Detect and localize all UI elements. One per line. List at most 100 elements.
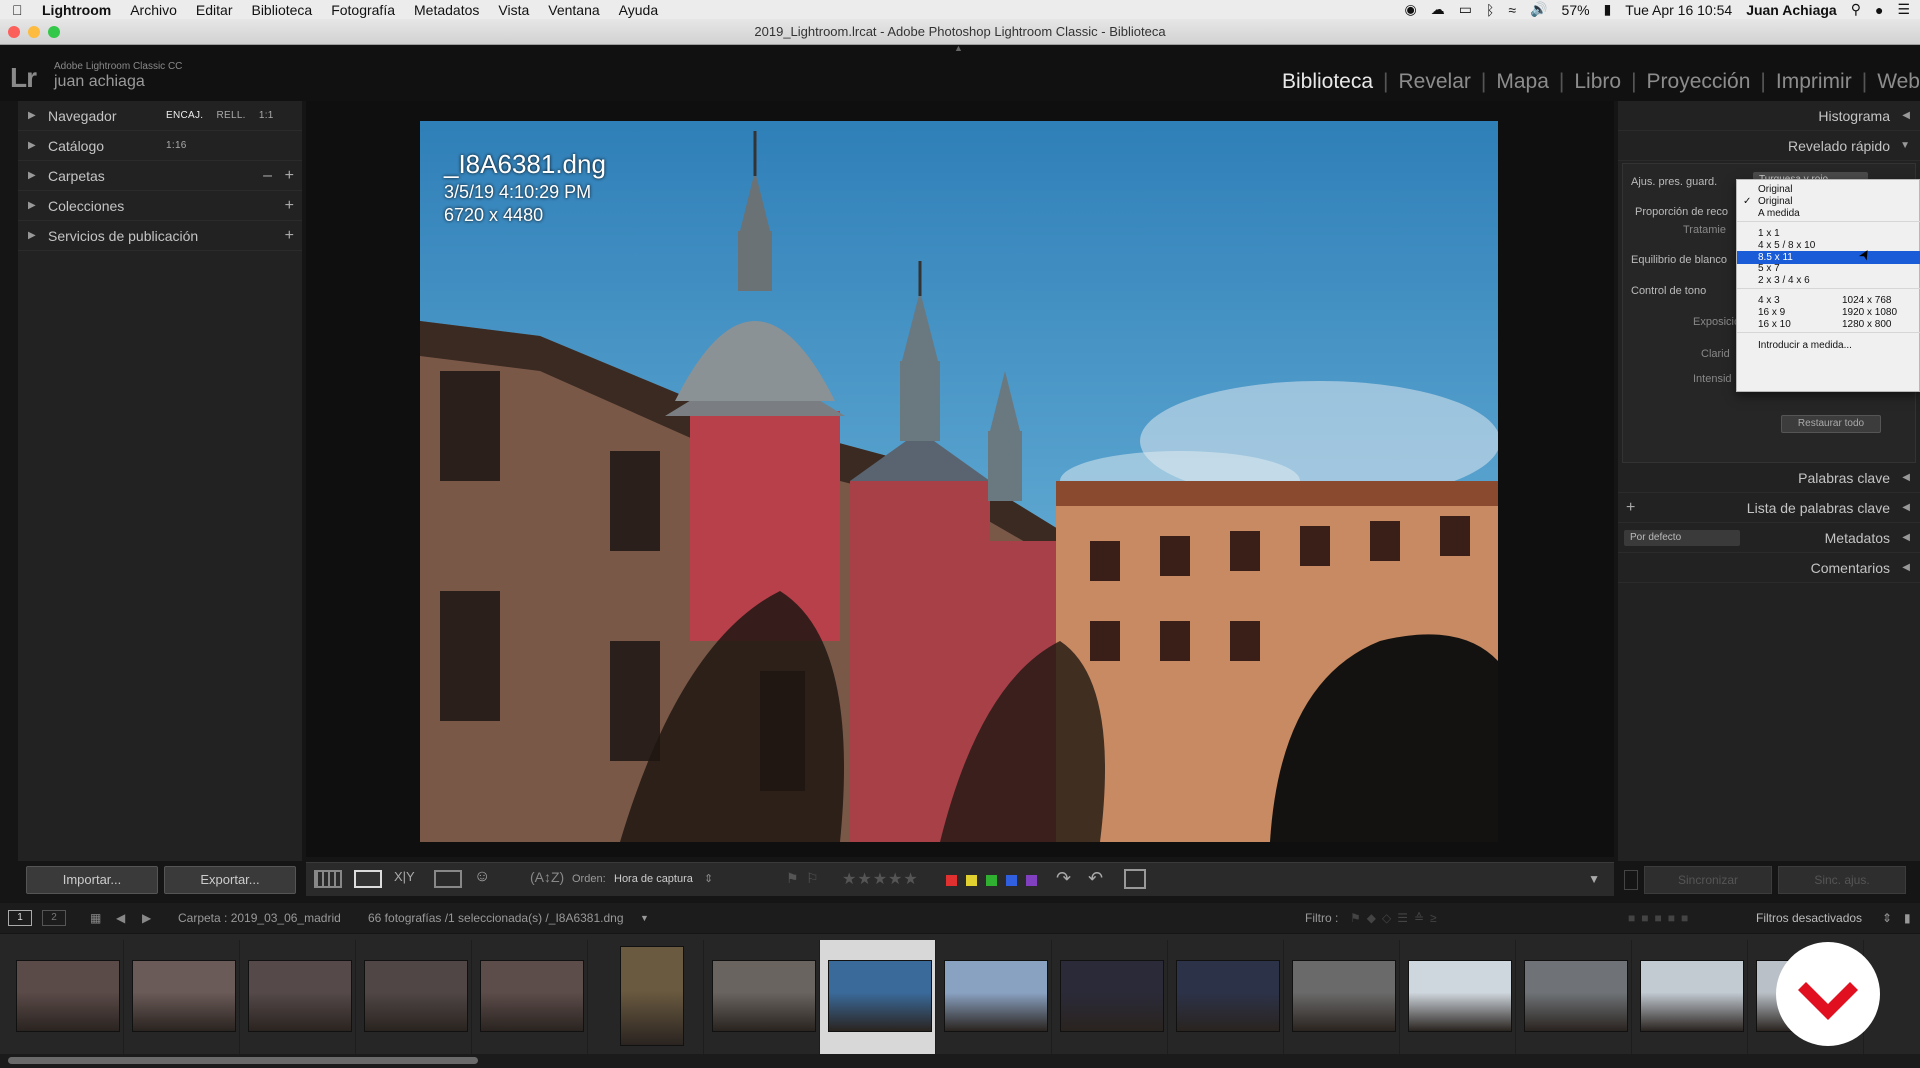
zoom-fit[interactable]: ENCAJ.: [166, 110, 203, 121]
filmstrip-thumbnail[interactable]: [1168, 940, 1284, 1056]
volume-icon[interactable]: 🔊: [1530, 1, 1547, 18]
top-panel-toggle-icon[interactable]: ▲: [954, 43, 963, 53]
add-folder-icon[interactable]: +: [285, 161, 294, 191]
module-mapa[interactable]: Mapa: [1496, 70, 1549, 94]
import-button[interactable]: Importar...: [26, 866, 158, 894]
filmstrip-thumbnail[interactable]: [704, 940, 820, 1056]
keyword-list-panel-header[interactable]: + Lista de palabras clave ◀: [1618, 493, 1920, 523]
filmstrip-thumbnail[interactable]: [936, 940, 1052, 1056]
export-button[interactable]: Exportar...: [164, 866, 296, 894]
crop-ratio-option[interactable]: 16 x 10 1280 x 800: [1737, 318, 1920, 331]
loupe-view-icon[interactable]: [354, 870, 382, 888]
filmstrip-thumbnail[interactable]: [1400, 940, 1516, 1056]
star-rating[interactable]: ★★★★★: [842, 869, 919, 889]
folders-panel-header[interactable]: ▶ Carpetas – +: [18, 161, 302, 191]
metadata-panel-header[interactable]: Por defecto Metadatos ◀: [1618, 523, 1920, 553]
menu-biblioteca[interactable]: Biblioteca: [251, 2, 312, 18]
filmstrip-thumbnail[interactable]: [124, 940, 240, 1056]
color-label-swatch[interactable]: [986, 875, 997, 886]
flag-pick-icon[interactable]: ⚑: [786, 870, 799, 887]
color-label-swatch[interactable]: [1006, 875, 1017, 886]
crop-ratio-option[interactable]: 2 x 3 / 4 x 6: [1737, 274, 1920, 287]
filmstrip-thumbnail[interactable]: [472, 940, 588, 1056]
back-arrow-icon[interactable]: ◀: [116, 903, 125, 933]
navigator-panel-header[interactable]: ▶ Navegador ENCAJ. RELL. 1:1 1:16: [18, 101, 302, 151]
catalog-panel-header[interactable]: ▶ Catálogo: [18, 131, 302, 161]
crop-ratio-option[interactable]: Introducir a medida...: [1737, 339, 1920, 352]
loupe-view[interactable]: _I8A6381.dng 3/5/19 4:10:29 PM 6720 x 44…: [306, 101, 1614, 857]
color-label-swatch[interactable]: [946, 875, 957, 886]
close-window-button[interactable]: [8, 26, 20, 38]
publish-services-panel-header[interactable]: ▶ Servicios de publicación +: [18, 221, 302, 251]
menu-app[interactable]: Lightroom: [42, 2, 111, 18]
add-publish-service-icon[interactable]: +: [285, 221, 294, 251]
source-folder[interactable]: Carpeta : 2019_03_06_madrid: [178, 903, 341, 933]
filmstrip-thumbnail[interactable]: [356, 940, 472, 1056]
people-view-icon[interactable]: ☺: [474, 868, 490, 886]
grid-icon[interactable]: ▦: [90, 903, 101, 933]
bluetooth-icon[interactable]: ᛒ: [1486, 2, 1494, 18]
compare-view-icon[interactable]: X|Y: [394, 869, 415, 884]
filmstrip-thumbnail[interactable]: [1284, 940, 1400, 1056]
add-keyword-icon[interactable]: +: [1626, 493, 1635, 523]
wifi-icon[interactable]: ≈: [1508, 2, 1516, 18]
crop-ratio-option[interactable]: A medida: [1737, 207, 1920, 220]
filter-colors-icon[interactable]: ■■■■■: [1628, 903, 1694, 933]
forward-arrow-icon[interactable]: ▶: [142, 903, 151, 933]
cloud-icon[interactable]: ☁: [1431, 1, 1445, 18]
collections-panel-header[interactable]: ▶ Colecciones +: [18, 191, 302, 221]
filter-flags-icon[interactable]: ⚑◆◇☰≙≥: [1350, 903, 1443, 933]
rotate-left-icon[interactable]: ↷: [1056, 868, 1071, 889]
filmstrip-thumbnail[interactable]: [240, 940, 356, 1056]
add-collection-icon[interactable]: +: [285, 191, 294, 221]
module-imprimir[interactable]: Imprimir: [1776, 70, 1852, 94]
color-label-swatch[interactable]: [966, 875, 977, 886]
sync-toggle-icon[interactable]: [1624, 870, 1638, 890]
module-biblioteca[interactable]: Biblioteca: [1282, 70, 1373, 94]
sync-settings-button[interactable]: Sinc. ajus.: [1778, 866, 1906, 894]
menu-archivo[interactable]: Archivo: [130, 2, 177, 18]
filter-select[interactable]: Filtros desactivados: [1756, 903, 1862, 933]
airplay-icon[interactable]: ▭: [1459, 1, 1472, 18]
filmstrip-thumbnail[interactable]: [1052, 940, 1168, 1056]
battery-percent[interactable]: 57%: [1562, 2, 1590, 18]
filmstrip-thumbnail[interactable]: [820, 940, 936, 1056]
menu-metadatos[interactable]: Metadatos: [414, 2, 479, 18]
menu-vista[interactable]: Vista: [498, 2, 529, 18]
quick-develop-panel-header[interactable]: Revelado rápido ▼: [1618, 131, 1920, 161]
module-libro[interactable]: Libro: [1574, 70, 1621, 94]
filmstrip-thumbnail[interactable]: [8, 940, 124, 1056]
sort-select[interactable]: Hora de captura: [614, 873, 693, 885]
crop-overlay-icon[interactable]: [1124, 869, 1146, 889]
notification-icon[interactable]: ☰: [1897, 1, 1910, 18]
record-icon[interactable]: ◉: [1405, 1, 1417, 18]
siri-icon[interactable]: ●: [1875, 2, 1883, 18]
filmstrip-thumbnail[interactable]: [588, 940, 704, 1056]
sync-button[interactable]: Sincronizar: [1644, 866, 1772, 894]
filmstrip-thumbnail[interactable]: [1516, 940, 1632, 1056]
filter-lock-icon[interactable]: ▮: [1904, 903, 1911, 933]
rotate-right-icon[interactable]: ↶: [1088, 868, 1103, 889]
zoom-1-1[interactable]: 1:1: [259, 110, 274, 121]
filmstrip-thumbnail[interactable]: [1632, 940, 1748, 1056]
histogram-panel-header[interactable]: Histograma ◀: [1618, 101, 1920, 131]
toolbar-menu-chevron-icon[interactable]: ▼: [1588, 872, 1600, 886]
menu-ventana[interactable]: Ventana: [548, 2, 599, 18]
zoom-window-button[interactable]: [48, 26, 60, 38]
module-web[interactable]: Web: [1877, 70, 1920, 94]
keywords-panel-header[interactable]: Palabras clave ◀: [1618, 463, 1920, 493]
zoom-fill[interactable]: RELL.: [216, 110, 245, 121]
menu-ayuda[interactable]: Ayuda: [619, 2, 658, 18]
survey-view-icon[interactable]: [434, 870, 462, 888]
flag-reject-icon[interactable]: ⚐: [806, 870, 819, 887]
remove-folder-icon[interactable]: –: [263, 161, 272, 191]
selection-info[interactable]: 66 fotografías /1 seleccionada(s) /_I8A6…: [368, 903, 624, 933]
spotlight-icon[interactable]: ⚲: [1851, 1, 1861, 18]
main-window-button[interactable]: 1: [8, 910, 32, 926]
grid-view-icon[interactable]: [314, 870, 342, 888]
sort-direction-icon[interactable]: (A↕Z): [530, 869, 564, 885]
scrollbar-thumb[interactable]: [8, 1057, 478, 1064]
comments-panel-header[interactable]: Comentarios ◀: [1618, 553, 1920, 583]
apple-icon[interactable]: : [12, 3, 26, 17]
metadata-preset-select[interactable]: Por defecto: [1624, 530, 1740, 546]
